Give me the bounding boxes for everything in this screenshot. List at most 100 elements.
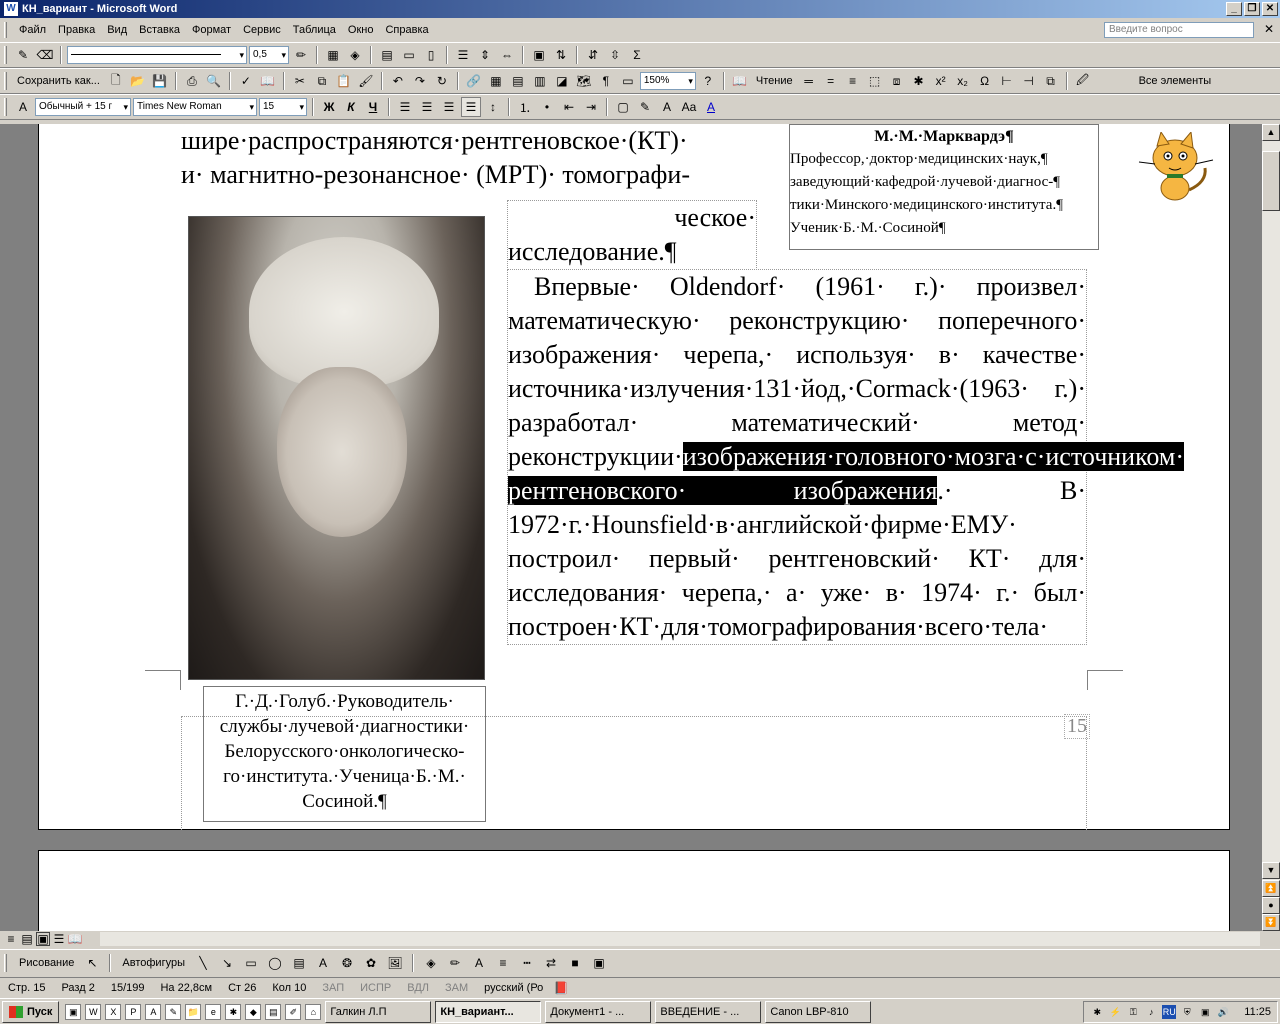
line-style-icon[interactable]: ≡ — [493, 953, 513, 973]
repeat-icon[interactable]: ↻ — [432, 71, 452, 91]
styles-icon[interactable]: A — [13, 97, 33, 117]
oval-tool-icon[interactable]: ◯ — [265, 953, 285, 973]
menu-format[interactable]: Формат — [186, 24, 237, 36]
open-icon[interactable]: 📂 — [128, 71, 148, 91]
read-icon[interactable]: 📖 — [730, 71, 750, 91]
autoformat-icon[interactable]: ▣ — [529, 45, 549, 65]
app3-icon[interactable]: ▤ — [265, 1003, 282, 1020]
toolbar-grip[interactable] — [4, 953, 7, 972]
hyperlink-icon[interactable]: 🔗 — [464, 71, 484, 91]
portrait-photo[interactable] — [188, 216, 485, 680]
reading-button[interactable]: Чтение — [752, 75, 797, 87]
menu-file[interactable]: Файл — [13, 24, 52, 36]
task-galkin[interactable]: Галкин Л.П — [325, 1000, 432, 1023]
app-icon[interactable]: ✱ — [225, 1003, 242, 1020]
wordart-icon[interactable]: A — [313, 953, 333, 973]
status-trk[interactable]: ИСПР — [352, 982, 399, 994]
doc-close-icon[interactable]: ✕ — [1264, 22, 1274, 36]
menu-insert[interactable]: Вставка — [133, 24, 186, 36]
spelling-icon[interactable]: ✓ — [236, 71, 256, 91]
char-shading-icon[interactable]: A — [657, 97, 677, 117]
double-line-icon[interactable]: ≡ — [843, 71, 863, 91]
menubar-grip[interactable] — [4, 22, 7, 38]
picture-icon[interactable]: 🖼 — [385, 953, 405, 973]
frame-icon[interactable]: ⬚ — [865, 71, 885, 91]
columns-icon[interactable]: ▥ — [530, 71, 550, 91]
insert-table-icon[interactable]: ▤ — [508, 71, 528, 91]
toolbar-grip[interactable] — [4, 72, 7, 90]
prev-page-icon[interactable]: ⏫ — [1262, 880, 1280, 897]
menu-table[interactable]: Таблица — [287, 24, 342, 36]
toolbar-grip[interactable] — [4, 46, 7, 64]
print-layout-icon[interactable]: ▣ — [36, 932, 50, 946]
eraser-icon[interactable]: ⌫ — [35, 45, 55, 65]
dash-style-icon[interactable]: ┅ — [517, 953, 537, 973]
access-icon[interactable]: A — [145, 1003, 162, 1020]
app2-icon[interactable]: ◆ — [245, 1003, 262, 1020]
office-assistant-cat-icon[interactable] — [1135, 132, 1219, 202]
equal-icon[interactable]: = — [821, 71, 841, 91]
line-tool-icon[interactable]: ╲ — [193, 953, 213, 973]
reading-view-icon[interactable]: 📖 — [68, 932, 83, 946]
zoom-select[interactable]: 150% — [639, 72, 696, 90]
group-icon[interactable]: ⧈ — [887, 71, 907, 91]
char-scale-icon[interactable]: Aa — [679, 97, 699, 117]
arrow-tool-icon[interactable]: ↘ — [217, 953, 237, 973]
ie-icon[interactable]: e — [205, 1003, 222, 1020]
outside-border-icon[interactable]: ▢ — [613, 97, 633, 117]
horizontal-scrollbar[interactable]: ≡ ▤ ▣ ☰ 📖 — [0, 931, 1280, 947]
line-icon[interactable]: ═ — [799, 71, 819, 91]
normal-view-icon[interactable]: ≡ — [4, 932, 18, 946]
excel-icon[interactable]: X — [105, 1003, 122, 1020]
styles-pane-icon[interactable]: 🖉 — [1073, 71, 1093, 91]
align-icon[interactable]: ☰ — [453, 45, 473, 65]
restore-button[interactable]: ❐ — [1244, 2, 1260, 16]
3d-icon[interactable]: ▣ — [589, 953, 609, 973]
autosum-icon[interactable]: Σ — [627, 45, 647, 65]
menu-help[interactable]: Справка — [379, 24, 434, 36]
next-page-icon[interactable]: ⏬ — [1262, 914, 1280, 931]
tray-gear-icon[interactable]: ✱ — [1090, 1005, 1104, 1019]
menu-tools[interactable]: Сервис — [237, 24, 287, 36]
tray-monitor-icon[interactable]: ▣ — [1198, 1005, 1212, 1019]
minimize-button[interactable]: _ — [1226, 2, 1242, 16]
show-hide-icon[interactable]: ¶ — [596, 71, 616, 91]
copy-icon[interactable]: ⧉ — [312, 71, 332, 91]
close-button[interactable]: ✕ — [1262, 2, 1278, 16]
tray-sound-icon[interactable]: ♪ — [1144, 1005, 1158, 1019]
rectangle-tool-icon[interactable]: ▭ — [241, 953, 261, 973]
font-select[interactable]: Times New Roman — [133, 98, 257, 116]
field-icon[interactable]: ⧉ — [1041, 71, 1061, 91]
insert-table-icon[interactable]: ▤ — [377, 45, 397, 65]
menu-edit[interactable]: Правка — [52, 24, 101, 36]
object-icon[interactable]: ✱ — [909, 71, 929, 91]
tray-key-icon[interactable]: ⚿ — [1126, 1005, 1140, 1019]
all-elements-select[interactable]: Все элементы — [1135, 75, 1216, 87]
paste-icon[interactable]: 📋 — [334, 71, 354, 91]
line-weight-select[interactable]: 0,5 — [249, 46, 289, 64]
redo-icon[interactable]: ↷ — [410, 71, 430, 91]
superscript-icon[interactable]: x² — [931, 71, 951, 91]
status-ovr[interactable]: ЗАМ — [437, 982, 476, 994]
drawing-menu[interactable]: Рисование — [15, 957, 78, 969]
folder-icon[interactable]: 📁 — [185, 1003, 202, 1020]
task-canon-printer[interactable]: Canon LBP-810 — [765, 1000, 872, 1023]
line-style-select[interactable] — [67, 46, 247, 64]
hscroll-track[interactable] — [100, 932, 1260, 946]
tray-network-icon[interactable]: ⚡ — [1108, 1005, 1122, 1019]
toolbar-grip[interactable] — [4, 98, 7, 116]
align-right-icon[interactable]: ☰ — [439, 97, 459, 117]
task-kn-variant[interactable]: КН_вариант... — [435, 1000, 542, 1023]
scroll-up-icon[interactable]: ▲ — [1262, 124, 1280, 141]
language-indicator[interactable]: RU — [1162, 1005, 1177, 1019]
fill-color-icon[interactable]: ◈ — [421, 953, 441, 973]
bold-icon[interactable]: Ж — [319, 97, 339, 117]
tool-icon[interactable]: ✎ — [165, 1003, 182, 1020]
tables-borders-icon[interactable]: ▦ — [486, 71, 506, 91]
align-center-icon[interactable]: ☰ — [417, 97, 437, 117]
font-color-icon[interactable]: A — [701, 97, 721, 117]
clock[interactable]: 11:25 — [1244, 1006, 1271, 1018]
document-page[interactable]: шире·распространяются·рентгеновское·(КТ)… — [38, 124, 1230, 830]
status-rec[interactable]: ЗАП — [314, 982, 352, 994]
sort-icon[interactable]: ⇵ — [583, 45, 603, 65]
